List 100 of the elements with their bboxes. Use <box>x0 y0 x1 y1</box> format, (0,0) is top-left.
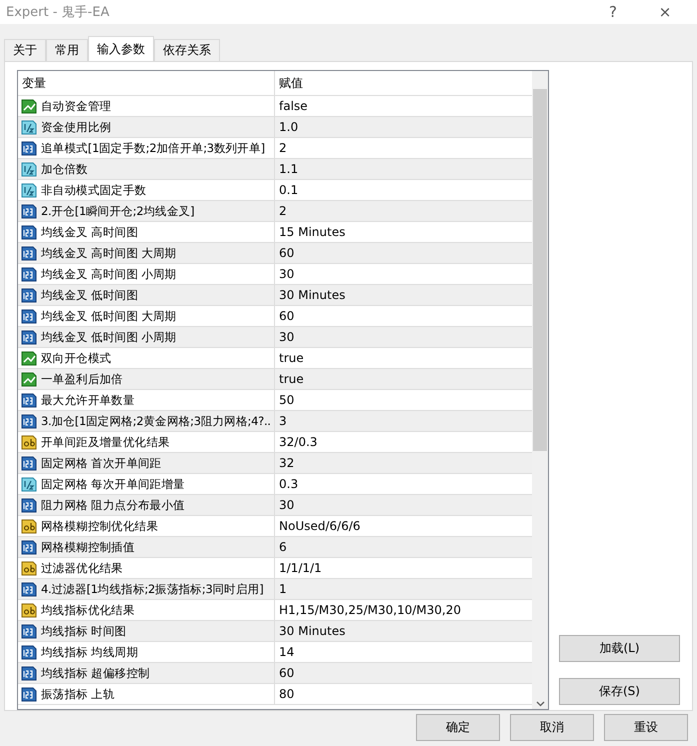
parameter-name: 资金使用比例 <box>41 120 112 134</box>
close-button[interactable]: × <box>639 3 691 21</box>
dialog-button[interactable]: 重设 <box>604 714 688 741</box>
parameter-name: 网格模糊控制插值 <box>41 540 135 554</box>
parameter-name: 2.开仓[1瞬间开仓;2均线金叉] <box>41 204 194 218</box>
parameter-name: 振荡指标 上轨 <box>41 686 115 702</box>
tab[interactable]: 常用 <box>46 39 88 61</box>
fraction-icon <box>21 476 37 492</box>
parameter-value[interactable]: 30 <box>275 264 532 284</box>
number-icon <box>21 266 37 282</box>
parameter-value[interactable]: false <box>275 96 532 116</box>
parameter-name: 一单盈利后加倍 <box>41 372 123 386</box>
parameter-name: 均线指标 超偏移控制 <box>41 666 150 680</box>
parameter-name: 阻力网格 阻力点分布最小值 <box>41 498 185 512</box>
number-icon <box>21 204 37 218</box>
number-icon <box>21 330 37 344</box>
parameter-value[interactable]: 1 <box>275 579 532 599</box>
parameter-value[interactable]: 60 <box>275 663 532 683</box>
parameter-name: 加仓倍数 <box>41 162 88 176</box>
parameter-name: 过滤器优化结果 <box>41 560 123 576</box>
text-type-icon <box>21 602 37 618</box>
number-icon <box>21 582 37 596</box>
parameter-value[interactable]: 60 <box>275 243 532 263</box>
column-header[interactable]: 变量 <box>18 74 46 92</box>
parameter-name: 4.过滤器[1均线指标;2振荡指标;3同时启用] <box>41 582 264 596</box>
parameter-value[interactable]: 30 <box>275 327 532 347</box>
parameter-name: 均线指标 时间图 <box>41 624 126 638</box>
parameter-value[interactable]: 30 Minutes <box>275 285 532 305</box>
help-button[interactable]: ? <box>587 3 639 21</box>
side-button[interactable]: 保存(S) <box>559 678 680 705</box>
parameter-name: 固定网格 首次开单间距 <box>41 456 162 470</box>
parameter-value[interactable]: H1,15/M30,25/M30,10/M30,20 <box>275 600 532 620</box>
number-icon <box>21 414 37 428</box>
number-icon <box>21 540 37 554</box>
text-type-icon <box>21 434 37 450</box>
parameter-name: 均线金叉 低时间图 <box>41 288 138 302</box>
parameter-name: 3.加仓[1固定网格;2黄金网格;3阻力网格;4?.. <box>41 414 271 428</box>
number-icon <box>21 624 37 638</box>
parameter-name: 最大允许开单数量 <box>41 392 135 408</box>
number-icon <box>21 456 37 470</box>
parameter-value[interactable]: 50 <box>275 390 532 410</box>
parameter-name: 均线指标 均线周期 <box>41 644 138 660</box>
parameter-value[interactable]: NoUsed/6/6/6 <box>275 516 532 536</box>
parameter-value[interactable]: 14 <box>275 642 532 662</box>
parameter-value[interactable]: 60 <box>275 306 532 326</box>
parameter-name: 均线金叉 高时间图 小周期 <box>41 266 176 282</box>
parameter-value[interactable]: 3 <box>275 411 532 431</box>
number-icon <box>21 686 37 702</box>
parameter-name: 双向开仓模式 <box>41 350 112 366</box>
parameter-name: 均线指标优化结果 <box>41 602 135 618</box>
fraction-icon <box>21 120 37 134</box>
parameter-value[interactable]: 32/0.3 <box>275 432 532 452</box>
tab[interactable]: 输入参数 <box>88 36 154 62</box>
number-icon <box>21 140 37 156</box>
tab[interactable]: 关于 <box>4 39 46 61</box>
fraction-icon <box>21 182 37 198</box>
parameter-name: 开单间距及增量优化结果 <box>41 434 170 450</box>
parameter-name: 非自动模式固定手数 <box>41 182 146 198</box>
number-icon <box>21 666 37 680</box>
column-header[interactable]: 赋值 <box>275 74 532 92</box>
parameter-value[interactable]: 0.1 <box>275 180 532 200</box>
tab[interactable]: 依存关系 <box>154 39 220 61</box>
dialog-button[interactable]: 确定 <box>416 714 500 741</box>
text-type-icon <box>21 518 37 534</box>
parameter-value[interactable]: 2 <box>275 201 532 221</box>
number-icon <box>21 246 37 260</box>
parameter-value[interactable]: 32 <box>275 453 532 473</box>
scroll-down-icon[interactable] <box>536 701 544 707</box>
fraction-icon <box>21 162 37 176</box>
text-type-icon <box>21 560 37 576</box>
parameter-name: 网格模糊控制优化结果 <box>41 518 158 534</box>
parameter-value[interactable]: 15 Minutes <box>275 222 532 242</box>
parameter-name: 固定网格 每次开单间距增量 <box>41 476 185 492</box>
number-icon <box>21 288 37 302</box>
number-icon <box>21 392 37 408</box>
parameter-value[interactable]: 1/1/1/1 <box>275 558 532 578</box>
scrollbar-thumb[interactable] <box>533 89 547 451</box>
parameter-name: 追单模式[1固定手数;2加倍开单;3数列开单] <box>41 140 265 156</box>
parameter-name: 均线金叉 高时间图 大周期 <box>41 246 176 260</box>
parameter-name: 均线金叉 低时间图 大周期 <box>41 308 176 324</box>
dialog-button[interactable]: 取消 <box>510 714 594 741</box>
parameter-value[interactable]: true <box>275 348 532 368</box>
parameter-value[interactable]: 80 <box>275 684 532 704</box>
parameter-value[interactable]: 2 <box>275 138 532 158</box>
parameter-name: 均线金叉 低时间图 小周期 <box>41 330 176 344</box>
number-icon <box>21 224 37 240</box>
window-title: Expert - 鬼手-EA <box>6 4 110 21</box>
parameter-value[interactable]: 0.3 <box>275 474 532 494</box>
parameter-value[interactable]: 1.1 <box>275 159 532 179</box>
parameter-value[interactable]: 30 <box>275 495 532 515</box>
parameter-name: 自动资金管理 <box>41 98 112 114</box>
parameter-value[interactable]: 30 Minutes <box>275 621 532 641</box>
number-icon <box>21 308 37 324</box>
parameter-value[interactable]: true <box>275 369 532 389</box>
parameter-value[interactable]: 6 <box>275 537 532 557</box>
number-icon <box>21 644 37 660</box>
parameter-value[interactable]: 1.0 <box>275 117 532 137</box>
side-button[interactable]: 加载(L) <box>559 635 680 662</box>
parameter-name: 均线金叉 高时间图 <box>41 224 138 240</box>
number-icon <box>21 498 37 512</box>
